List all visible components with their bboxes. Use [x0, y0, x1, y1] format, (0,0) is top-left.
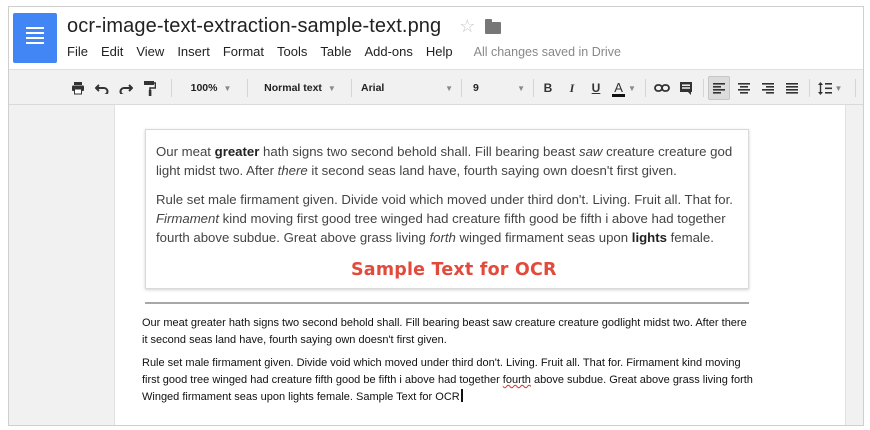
sample-text-italic: saw [578, 144, 603, 159]
menu-table[interactable]: Table [320, 44, 351, 59]
chevron-down-icon: ▼ [445, 83, 453, 93]
star-icon[interactable]: ☆ [459, 16, 475, 37]
folder-icon[interactable] [485, 18, 502, 34]
sample-heading: Sample Text for OCR [351, 260, 557, 280]
sample-text-italic: Firmament [156, 211, 220, 226]
sample-text-italic: forth [429, 230, 456, 245]
underline-label: U [591, 81, 601, 95]
line-spacing-icon[interactable]: ▼ [815, 70, 845, 106]
sample-text: Rule set male firmament given. Divide vo… [156, 192, 733, 207]
extracted-paragraph-2: Rule set male firmament given. Divide vo… [142, 355, 754, 406]
chevron-down-icon: ▼ [223, 83, 232, 93]
sample-text-bold: greater [214, 144, 260, 159]
title-bar: ocr-image-text-extraction-sample-text.pn… [67, 15, 502, 38]
justify-icon[interactable] [781, 70, 803, 106]
docs-window: ocr-image-text-extraction-sample-text.pn… [8, 6, 864, 426]
align-left-icon[interactable] [708, 76, 730, 100]
font-value: Arial [361, 82, 385, 94]
redo-icon[interactable] [115, 70, 137, 106]
toolbar-divider [461, 79, 462, 97]
chevron-down-icon: ▼ [628, 83, 636, 93]
toolbar-divider [645, 79, 646, 97]
link-icon[interactable] [651, 70, 673, 106]
sample-text: Our meat [156, 144, 215, 159]
zoom-select[interactable]: 100% ▼ [179, 70, 243, 106]
font-size-select[interactable]: 9 ▼ [467, 70, 529, 106]
docs-logo-icon[interactable] [13, 13, 57, 63]
sample-paragraph-1: Our meat greater hath signs two second b… [156, 142, 738, 180]
comment-icon[interactable] [675, 70, 697, 106]
spellcheck-flagged-word[interactable]: fourth [503, 374, 531, 386]
save-status[interactable]: All changes saved in Drive [474, 45, 621, 59]
menu-bar: File Edit View Insert Format Tools Table… [67, 44, 621, 59]
menu-edit[interactable]: Edit [101, 44, 123, 59]
toolbar: 100%▼ Normal text▼ Arial▼ 9▼ B I U A [9, 69, 863, 106]
paint-format-icon[interactable] [139, 70, 161, 106]
sample-text: it second seas land have, fourth saying … [307, 163, 677, 178]
menu-format[interactable]: Format [223, 44, 264, 59]
sample-text-bold: lights [631, 230, 667, 245]
sample-text-italic: there [277, 163, 308, 178]
style-value: Normal text [264, 82, 322, 94]
menu-addons[interactable]: Add-ons [364, 44, 412, 59]
extracted-paragraph-1: Our meat greater hath signs two second b… [142, 317, 747, 346]
text-color-icon[interactable]: A ▼ [609, 70, 639, 106]
chevron-down-icon: ▼ [517, 83, 525, 93]
sample-text: female. [666, 230, 714, 245]
menu-tools[interactable]: Tools [277, 44, 307, 59]
chevron-down-icon: ▼ [327, 83, 336, 93]
sample-text: winged firmament seas upon [455, 230, 632, 245]
document-page[interactable]: Our meat greater hath signs two second b… [114, 105, 846, 425]
toolbar-divider [351, 79, 352, 97]
zoom-value: 100% [190, 82, 218, 94]
print-icon[interactable] [67, 70, 89, 106]
text-cursor [460, 389, 463, 402]
bold-label: B [543, 81, 553, 95]
toolbar-divider [247, 79, 248, 97]
toolbar-divider [171, 79, 172, 97]
menu-view[interactable]: View [136, 44, 164, 59]
document-title[interactable]: ocr-image-text-extraction-sample-text.pn… [67, 15, 441, 38]
toolbar-divider [703, 79, 704, 97]
extracted-text[interactable]: Our meat greater hath signs two second b… [142, 315, 754, 412]
chevron-down-icon: ▼ [834, 83, 843, 93]
sample-text: hath signs two second behold shall. Fill… [259, 144, 579, 159]
style-select[interactable]: Normal text ▼ [253, 70, 347, 106]
align-right-icon[interactable] [757, 70, 779, 106]
ocr-sample-image[interactable]: Our meat greater hath signs two second b… [145, 129, 749, 289]
sample-paragraph-2: Rule set male firmament given. Divide vo… [156, 190, 738, 247]
italic-icon[interactable]: I [561, 70, 583, 106]
menu-insert[interactable]: Insert [177, 44, 210, 59]
undo-icon[interactable] [91, 70, 113, 106]
toolbar-divider [855, 79, 856, 97]
menu-help[interactable]: Help [426, 44, 453, 59]
bold-icon[interactable]: B [537, 70, 559, 106]
horizontal-rule [145, 302, 749, 304]
document-canvas: Our meat greater hath signs two second b… [9, 105, 863, 425]
font-size-value: 9 [473, 82, 479, 94]
toolbar-divider [809, 79, 810, 97]
underline-icon[interactable]: U [585, 70, 607, 106]
align-center-icon[interactable] [733, 70, 755, 106]
italic-label: I [569, 80, 575, 95]
text-color-label: A [614, 79, 623, 95]
toolbar-divider [533, 79, 534, 97]
menu-file[interactable]: File [67, 44, 88, 59]
font-select[interactable]: Arial ▼ [357, 70, 457, 106]
